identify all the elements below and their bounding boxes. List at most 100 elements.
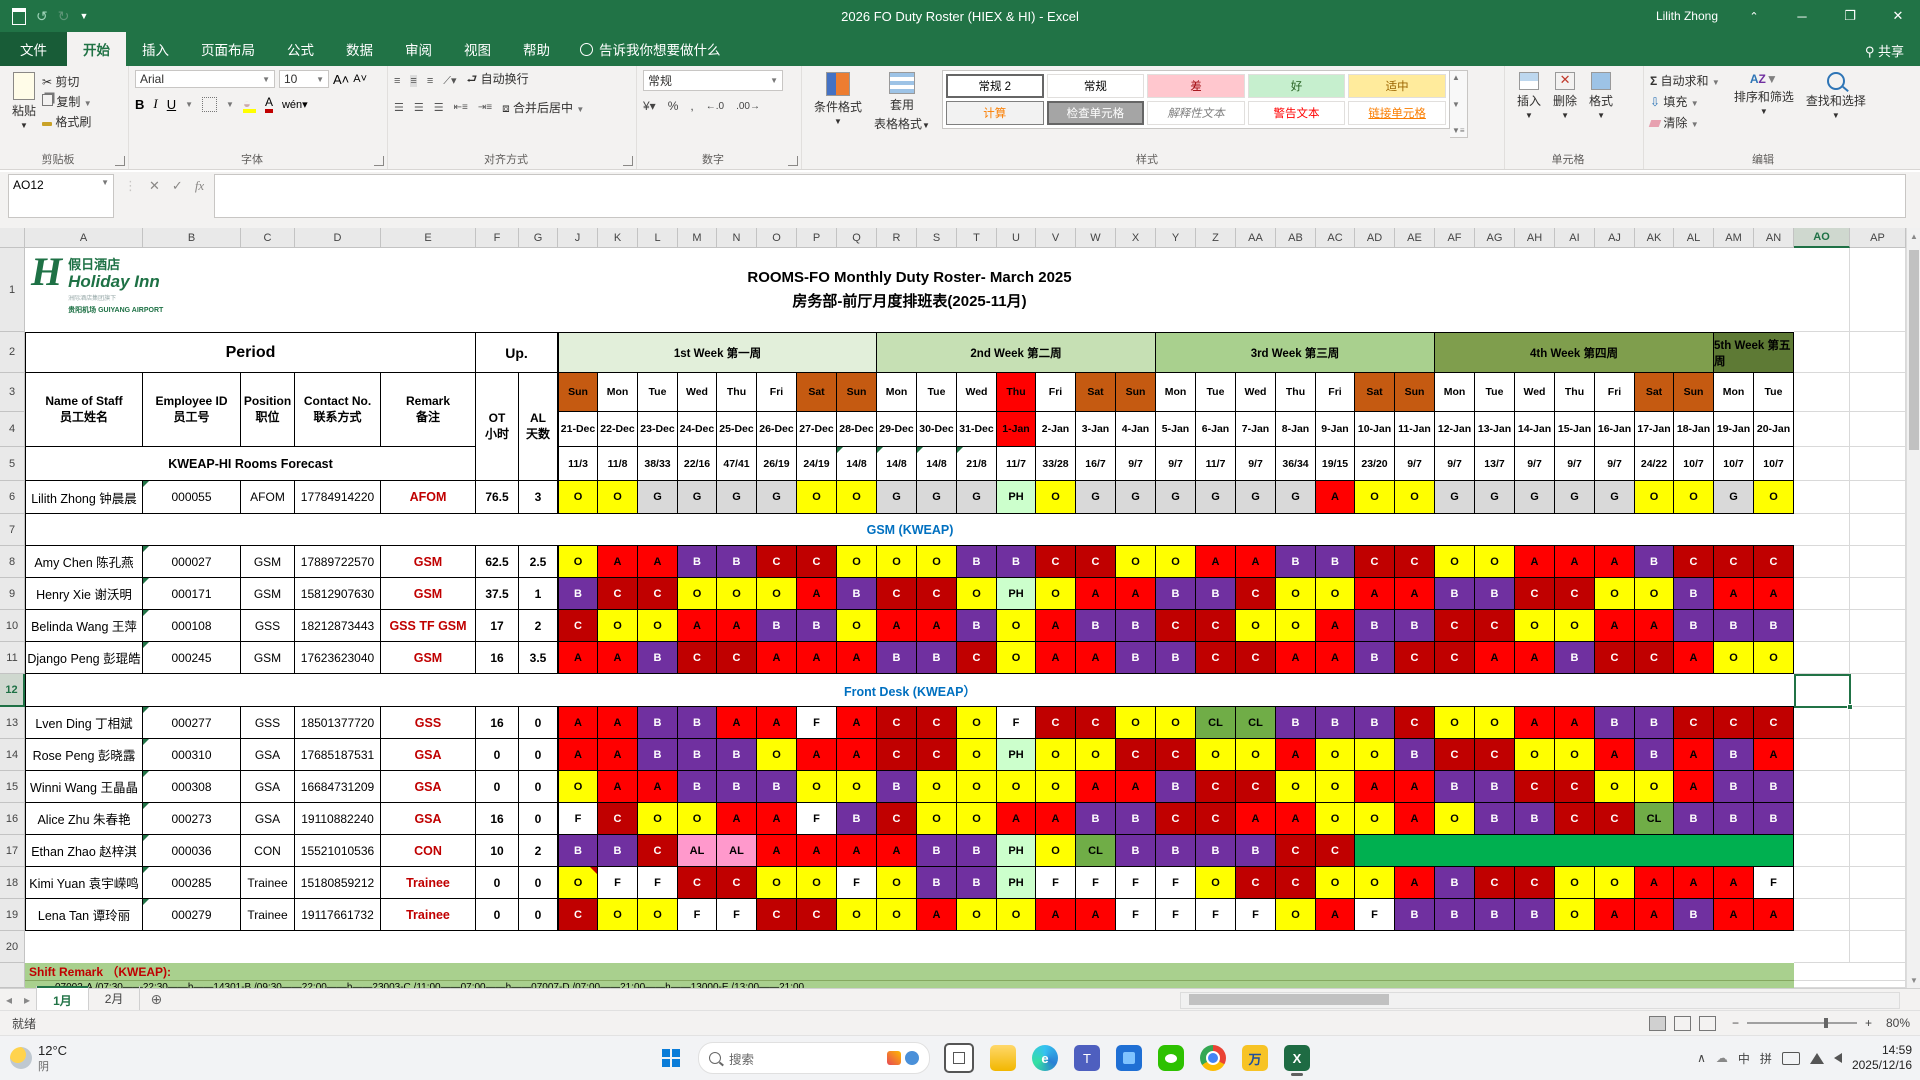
- shift-cell[interactable]: A: [757, 835, 797, 867]
- empty-cell[interactable]: [1850, 481, 1906, 514]
- shift-cell[interactable]: A: [558, 642, 598, 674]
- header-name[interactable]: Name of Staff 员工姓名: [25, 373, 143, 447]
- col-header-M[interactable]: M: [678, 228, 717, 248]
- cell-style-chip[interactable]: 检查单元格: [1046, 101, 1145, 125]
- shift-cell[interactable]: O: [997, 899, 1036, 931]
- shift-cell[interactable]: A: [917, 610, 957, 642]
- shift-cell[interactable]: B: [1714, 803, 1754, 835]
- day-date-cell[interactable]: 1-Jan: [997, 412, 1036, 447]
- empty-cell[interactable]: [1850, 835, 1906, 867]
- shift-cell[interactable]: O: [1276, 578, 1316, 610]
- shift-cell[interactable]: B: [1316, 707, 1355, 739]
- staff-position-cell[interactable]: GSM: [241, 642, 295, 674]
- empty-cell[interactable]: [1850, 674, 1906, 707]
- day-date-cell[interactable]: 18-Jan: [1674, 412, 1714, 447]
- shift-cell[interactable]: B: [1435, 578, 1475, 610]
- shift-cell[interactable]: O: [638, 899, 678, 931]
- select-all-corner[interactable]: [0, 228, 25, 248]
- day-dow-cell[interactable]: Thu: [1276, 373, 1316, 412]
- shift-cell[interactable]: O: [1316, 867, 1355, 899]
- shift-cell[interactable]: A: [1116, 578, 1156, 610]
- empty-cell[interactable]: [1794, 546, 1850, 578]
- row-header-4[interactable]: 4: [0, 412, 25, 447]
- grow-font-icon[interactable]: A˄: [333, 72, 349, 87]
- shift-cell[interactable]: C: [1475, 739, 1515, 771]
- shift-cell[interactable]: O: [757, 867, 797, 899]
- shift-cell[interactable]: B: [1116, 803, 1156, 835]
- minimize-button[interactable]: ─: [1780, 0, 1824, 32]
- col-header-AB[interactable]: AB: [1276, 228, 1316, 248]
- shift-cell[interactable]: C: [917, 707, 957, 739]
- shift-cell[interactable]: B: [558, 835, 598, 867]
- shift-cell[interactable]: A: [757, 803, 797, 835]
- shift-cell[interactable]: B: [1635, 707, 1674, 739]
- col-header-K[interactable]: K: [598, 228, 638, 248]
- italic-button[interactable]: I: [153, 96, 157, 112]
- shift-cell[interactable]: B: [877, 771, 917, 803]
- staff-id-cell[interactable]: 000310: [143, 739, 241, 771]
- shift-cell[interactable]: B: [1355, 642, 1395, 674]
- shift-cell[interactable]: O: [638, 610, 678, 642]
- day-date-cell[interactable]: 31-Dec: [957, 412, 997, 447]
- staff-al-cell[interactable]: 2: [519, 835, 558, 867]
- shift-cell[interactable]: G: [717, 481, 757, 514]
- day-date-cell[interactable]: 14-Jan: [1515, 412, 1555, 447]
- taskbar-search[interactable]: 搜索: [698, 1042, 930, 1074]
- shift-cell[interactable]: C: [1714, 707, 1754, 739]
- staff-contact-cell[interactable]: 16684731209: [295, 771, 381, 803]
- shift-cell[interactable]: B: [1435, 771, 1475, 803]
- shift-cell[interactable]: F: [797, 803, 837, 835]
- staff-remark-cell[interactable]: CON: [381, 835, 476, 867]
- shift-cell[interactable]: C: [917, 578, 957, 610]
- shift-cell[interactable]: O: [877, 899, 917, 931]
- shift-cell[interactable]: O: [997, 642, 1036, 674]
- file-explorer-icon[interactable]: [990, 1045, 1016, 1071]
- delete-cells-button[interactable]: ✕ 删除 ▼: [1547, 70, 1583, 122]
- cell-style-chip[interactable]: 适中: [1348, 74, 1446, 98]
- shift-cell[interactable]: C: [1236, 867, 1276, 899]
- day-date-cell[interactable]: 19-Jan: [1714, 412, 1754, 447]
- staff-position-cell[interactable]: GSM: [241, 578, 295, 610]
- find-select-button[interactable]: 查找和选择 ▼: [1800, 70, 1872, 131]
- header-al[interactable]: AL 天数: [519, 373, 558, 481]
- shift-cell[interactable]: O: [797, 771, 837, 803]
- ribbon-tab-公式[interactable]: 公式: [271, 32, 330, 66]
- shift-cell[interactable]: B: [1674, 610, 1714, 642]
- shift-cell[interactable]: B: [877, 642, 917, 674]
- shift-cell[interactable]: A: [1674, 739, 1714, 771]
- shift-cell[interactable]: F: [1156, 867, 1196, 899]
- shift-cell[interactable]: C: [1475, 867, 1515, 899]
- format-cells-button[interactable]: 格式 ▼: [1583, 70, 1619, 122]
- staff-contact-cell[interactable]: 17623623040: [295, 642, 381, 674]
- shift-cell[interactable]: B: [1116, 835, 1156, 867]
- shift-cell[interactable]: C: [797, 899, 837, 931]
- staff-remark-cell[interactable]: GSM: [381, 578, 476, 610]
- col-header-S[interactable]: S: [917, 228, 957, 248]
- day-dow-cell[interactable]: Sun: [558, 373, 598, 412]
- shift-cell[interactable]: F: [678, 899, 717, 931]
- weather-widget[interactable]: 12°C 阴: [0, 1043, 160, 1074]
- row-header-8[interactable]: 8: [0, 546, 25, 578]
- font-color-icon[interactable]: A: [264, 95, 273, 113]
- shift-cell[interactable]: PH: [997, 578, 1036, 610]
- teams-icon[interactable]: T: [1074, 1045, 1100, 1071]
- align-middle-icon[interactable]: ≡: [410, 74, 417, 87]
- sheet-tab-1月[interactable]: 1月: [37, 986, 89, 1013]
- phonetic-icon[interactable]: wén▾: [282, 98, 308, 111]
- staff-al-cell[interactable]: 3: [519, 481, 558, 514]
- empty-cell[interactable]: [1850, 412, 1906, 447]
- shift-cell[interactable]: O: [1515, 739, 1555, 771]
- shift-cell[interactable]: B: [1156, 835, 1196, 867]
- shift-cell[interactable]: F: [1156, 899, 1196, 931]
- empty-cell[interactable]: [1850, 332, 1906, 373]
- shift-cell[interactable]: A: [638, 546, 678, 578]
- forecast-cell[interactable]: 9/7: [1116, 447, 1156, 481]
- shift-cell[interactable]: B: [717, 739, 757, 771]
- zoom-level[interactable]: 80%: [1886, 1016, 1910, 1030]
- shift-cell[interactable]: B: [1475, 899, 1515, 931]
- normal-view-icon[interactable]: [1648, 1015, 1666, 1031]
- shift-cell[interactable]: A: [1316, 642, 1355, 674]
- shift-cell[interactable]: A: [1076, 771, 1116, 803]
- staff-name-cell[interactable]: Lven Ding 丁相斌: [25, 707, 143, 739]
- staff-name-cell[interactable]: Lilith Zhong 钟晨晨: [25, 481, 143, 514]
